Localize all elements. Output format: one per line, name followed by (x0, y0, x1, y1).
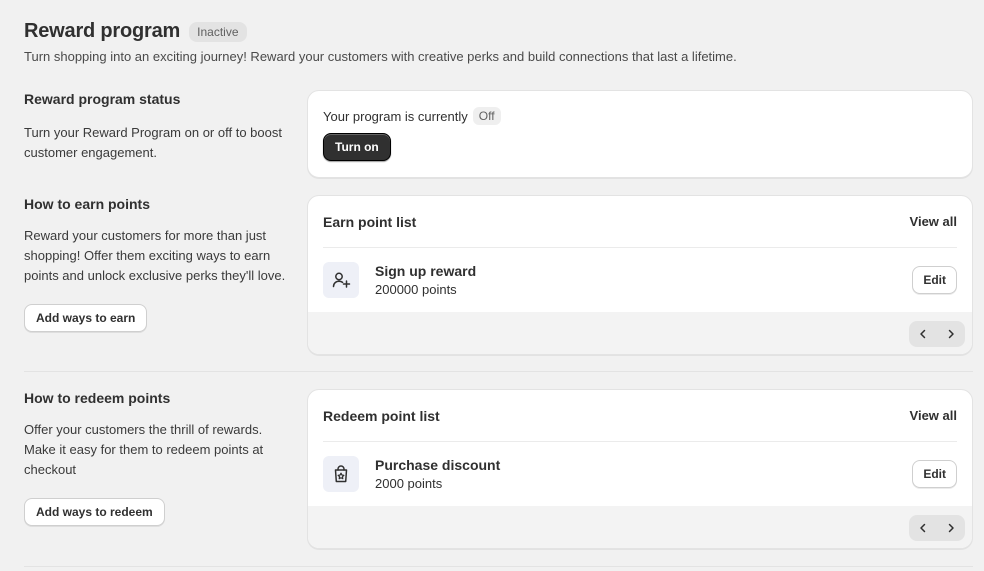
status-section-info: Reward program status Turn your Reward P… (24, 91, 294, 163)
edit-earn-item-button[interactable]: Edit (912, 266, 957, 294)
redeem-point-card: Redeem point list View all Purchase disc… (307, 389, 973, 549)
earn-description: Reward your customers for more than just… (24, 228, 286, 283)
redeem-pagination (909, 514, 965, 541)
section-divider (24, 371, 973, 372)
redeem-heading: How to redeem points (24, 390, 171, 406)
chevron-left-icon[interactable] (909, 321, 937, 347)
earn-section-info: How to earn points Reward your customers… (24, 196, 294, 332)
chevron-right-icon[interactable] (937, 321, 965, 347)
redeem-card-footer (308, 506, 972, 548)
status-off-badge: Off (472, 107, 501, 125)
status-heading: Reward program status (24, 91, 181, 107)
earn-card-title: Earn point list (323, 213, 417, 230)
edit-redeem-item-button[interactable]: Edit (912, 460, 957, 488)
chevron-left-icon[interactable] (909, 515, 937, 541)
redeem-item-name: Purchase discount (375, 457, 501, 473)
redeem-card-title: Redeem point list (323, 407, 440, 424)
earn-item-name: Sign up reward (375, 263, 477, 279)
earn-heading: How to earn points (24, 196, 150, 212)
status-text: Your program is currently (323, 108, 468, 124)
section-divider (24, 566, 973, 567)
redeem-section-info: How to redeem points Offer your customer… (24, 390, 294, 526)
add-ways-to-earn-button[interactable]: Add ways to earn (24, 304, 148, 332)
earn-pagination (909, 320, 965, 347)
turn-on-button[interactable]: Turn on (323, 133, 391, 161)
earn-view-all-button[interactable]: View all (910, 214, 957, 229)
list-item: Purchase discount 2000 points Edit (323, 441, 957, 506)
status-line: Your program is currently Off (323, 107, 957, 125)
status-badge: Inactive (189, 21, 247, 42)
redeem-description: Offer your customers the thrill of rewar… (24, 422, 264, 477)
add-ways-to-redeem-button[interactable]: Add ways to redeem (24, 498, 165, 526)
page-header: Reward program Inactive Turn shopping in… (24, 20, 737, 64)
status-description: Turn your Reward Program on or off to bo… (24, 125, 282, 160)
chevron-right-icon[interactable] (937, 515, 965, 541)
user-add-icon (323, 262, 359, 298)
earn-item-points: 200000 points (375, 282, 457, 297)
list-item: Sign up reward 200000 points Edit (323, 247, 957, 312)
redeem-item-points: 2000 points (375, 476, 443, 491)
earn-point-card: Earn point list View all Sign up reward … (307, 195, 973, 355)
redeem-view-all-button[interactable]: View all (910, 408, 957, 423)
status-card: Your program is currently Off Turn on (307, 90, 973, 178)
shopping-bag-star-icon (323, 456, 359, 492)
earn-card-footer (308, 312, 972, 354)
page-title: Reward program (24, 20, 181, 42)
page-subtitle: Turn shopping into an exciting journey! … (24, 49, 737, 64)
